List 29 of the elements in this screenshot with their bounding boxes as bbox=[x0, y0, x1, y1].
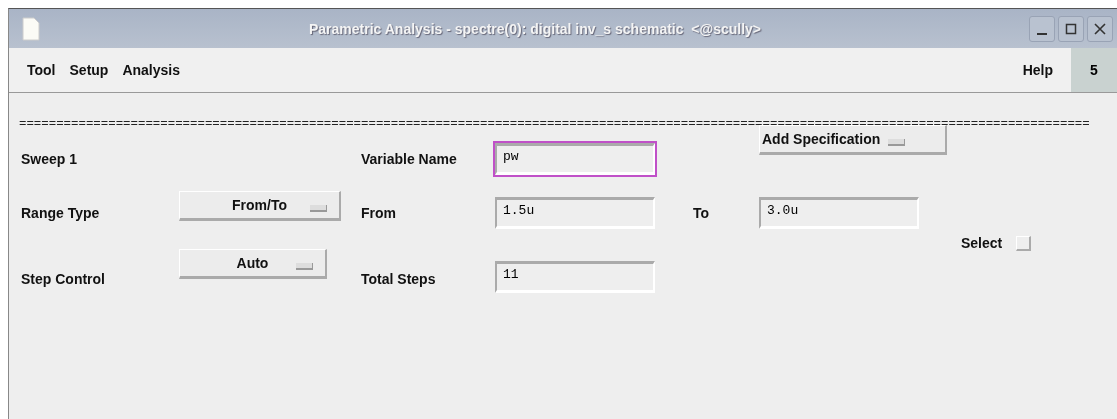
select-label: Select bbox=[961, 235, 1003, 251]
menu-item[interactable]: Analysis bbox=[122, 62, 180, 78]
total-steps-label: Total Steps bbox=[361, 271, 437, 287]
menu-item[interactable]: Setup bbox=[69, 62, 109, 78]
variable-name-field[interactable]: pw bbox=[495, 143, 655, 175]
maximize-button[interactable] bbox=[1058, 15, 1084, 42]
menu-item[interactable]: Tool bbox=[27, 62, 56, 78]
variable-name-label: Variable Name bbox=[361, 151, 458, 167]
close-button[interactable] bbox=[1087, 15, 1113, 42]
to-label: To bbox=[692, 205, 711, 221]
maximize-icon bbox=[1065, 22, 1077, 35]
close-icon bbox=[1094, 22, 1106, 35]
select-checkbox[interactable] bbox=[1016, 235, 1032, 251]
minimize-button[interactable] bbox=[1029, 15, 1055, 42]
range-type-label: Range Type bbox=[21, 205, 101, 221]
sweep-label: Sweep 1 bbox=[21, 151, 79, 167]
step-control-dropdown[interactable]: Auto bbox=[179, 249, 327, 279]
from-field[interactable]: 1.5u bbox=[495, 197, 655, 229]
add-specification-button[interactable]: Add Specification bbox=[759, 125, 947, 155]
step-control-label: Step Control bbox=[21, 271, 106, 287]
count-badge: 5 bbox=[1071, 48, 1117, 92]
window-title: Parametric Analysis - spectre(0): digital inv_s schematic <@scully> bbox=[308, 20, 762, 37]
to-field[interactable]: 3.0u bbox=[759, 197, 919, 229]
help-menu[interactable]: Help bbox=[1022, 62, 1053, 78]
range-type-dropdown[interactable]: From/To bbox=[179, 191, 341, 221]
minimize-icon bbox=[1037, 32, 1047, 35]
total-steps-field[interactable]: 11 bbox=[495, 261, 655, 293]
from-label: From bbox=[361, 205, 397, 221]
document-icon bbox=[21, 16, 41, 41]
